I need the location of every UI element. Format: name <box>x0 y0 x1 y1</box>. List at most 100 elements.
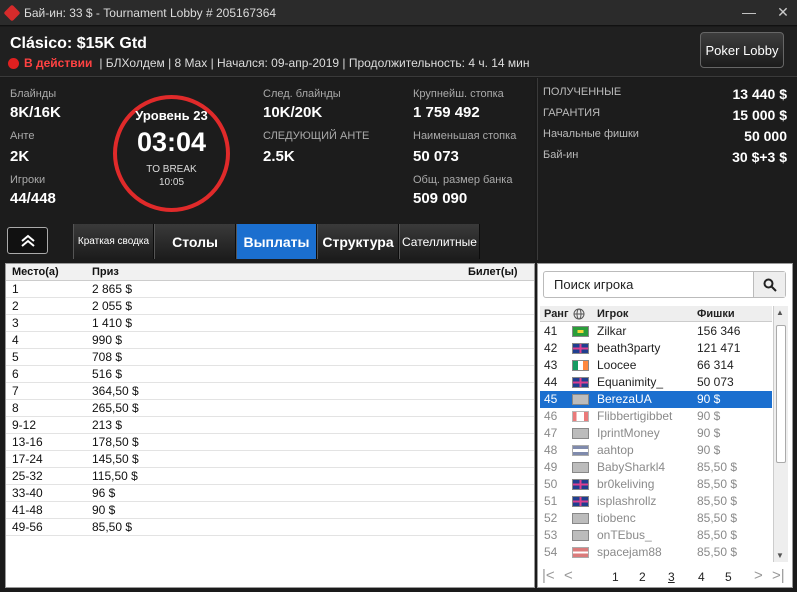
player-rank: 44 <box>544 375 558 389</box>
player-chips: 90 $ <box>697 392 721 406</box>
canada-flag-icon <box>572 411 589 422</box>
scroll-up-icon[interactable]: ▲ <box>776 308 784 317</box>
grey-flag-icon <box>572 428 589 439</box>
payout-prize: 2 055 $ <box>92 299 133 313</box>
payout-prize: 90 $ <box>92 503 116 517</box>
player-rank: 52 <box>544 511 558 525</box>
search-button[interactable] <box>753 272 785 297</box>
player-chips: 85,50 $ <box>697 528 738 542</box>
page-3-current[interactable]: 3 <box>668 570 675 584</box>
total-pot-label: Общ. размер банка <box>413 174 513 186</box>
player-row[interactable]: 46 Flibbertigibbet 90 $ <box>540 408 772 425</box>
place-column-header[interactable]: Место(а) <box>12 266 59 278</box>
player-name: BabySharkl4 <box>597 460 666 474</box>
player-column-header[interactable]: Игрок <box>597 308 628 320</box>
grey-flag-icon <box>572 462 589 473</box>
player-name: Loocee <box>597 358 637 372</box>
smallest-stack-label: Наименьшая стопка <box>413 130 517 142</box>
players-value: 44/448 <box>10 190 56 207</box>
player-row[interactable]: 48 aahtop 90 $ <box>540 442 772 459</box>
scroll-thumb[interactable] <box>776 325 786 463</box>
player-rank: 47 <box>544 426 558 440</box>
payout-place: 4 <box>12 333 19 347</box>
poker-lobby-button[interactable]: Poker Lobby <box>700 32 784 68</box>
page-1[interactable]: 1 <box>612 570 619 584</box>
player-name: spacejam88 <box>597 545 662 559</box>
payout-row: 41-48 90 $ <box>6 502 534 519</box>
payout-place: 2 <box>12 299 19 313</box>
player-name: onTEbus_ <box>597 528 652 542</box>
first-page-icon[interactable]: |< <box>542 567 555 584</box>
players-scrollbar[interactable]: ▲ ▼ <box>773 306 788 562</box>
player-rank: 42 <box>544 341 558 355</box>
payout-prize: 213 $ <box>92 418 123 432</box>
payout-place: 17-24 <box>12 452 43 466</box>
tournament-header: Clásico: $15K Gtd В действии | БЛХолдем … <box>0 27 797 77</box>
payout-prize: 364,50 $ <box>92 384 139 398</box>
player-row[interactable]: 50 br0keliving 85,50 $ <box>540 476 772 493</box>
minimize-button[interactable]: — <box>741 4 757 21</box>
player-row[interactable]: 54 spacejam88 85,50 $ <box>540 544 772 561</box>
prev-page-icon[interactable]: < <box>564 567 573 584</box>
chips-column-header[interactable]: Фишки <box>697 308 735 320</box>
largest-stack-label: Крупнейш. стопка <box>413 88 504 100</box>
player-row[interactable]: 42 beath3party 121 471 <box>540 340 772 357</box>
player-name: Zilkar <box>597 324 627 338</box>
status-text: В действии <box>24 56 93 70</box>
ante-value: 2K <box>10 148 30 165</box>
status-dot-icon <box>8 57 19 69</box>
payout-prize: 96 $ <box>92 486 116 500</box>
blinds-value: 8K/16K <box>10 104 61 121</box>
rank-column-header[interactable]: Ранг <box>544 308 569 320</box>
player-chips: 85,50 $ <box>697 494 738 508</box>
player-search-input[interactable] <box>544 272 754 297</box>
player-name: br0keliving <box>597 477 655 491</box>
payout-row: 33-40 96 $ <box>6 485 534 502</box>
player-row[interactable]: 53 onTEbus_ 85,50 $ <box>540 527 772 544</box>
payout-prize: 2 865 $ <box>92 282 133 296</box>
player-chips: 121 471 <box>697 341 741 355</box>
payout-row: 5 708 $ <box>6 349 534 366</box>
player-row[interactable]: 43 Loocee 66 314 <box>540 357 772 374</box>
tab-payouts[interactable]: Выплаты <box>236 224 317 259</box>
player-row[interactable]: 41 Zilkar 156 346 <box>540 323 772 340</box>
player-row[interactable]: 47 IprintMoney 90 $ <box>540 425 772 442</box>
player-row[interactable]: 51 isplashrollz 85,50 $ <box>540 493 772 510</box>
uk-flag-icon <box>572 496 589 507</box>
prize-column-header[interactable]: Приз <box>92 266 119 278</box>
player-row[interactable]: 44 Equanimity_ 50 073 <box>540 374 772 391</box>
player-row[interactable]: 49 BabySharkl4 85,50 $ <box>540 459 772 476</box>
grey-flag-icon <box>572 394 589 405</box>
payout-row: 17-24 145,50 $ <box>6 451 534 468</box>
player-search <box>543 271 786 298</box>
start-chips-label: Начальные фишки <box>543 128 639 140</box>
scroll-down-icon[interactable]: ▼ <box>776 551 784 560</box>
payouts-header: Место(а) Приз Билет(ы) <box>6 264 534 281</box>
payout-row: 9-12 213 $ <box>6 417 534 434</box>
tab-summary[interactable]: Краткая сводка <box>73 224 154 259</box>
payout-row: 4 990 $ <box>6 332 534 349</box>
tab-satellites[interactable]: Сателлитные <box>399 224 480 259</box>
tab-bar: Краткая сводка Столы Выплаты Структура С… <box>73 224 480 259</box>
player-row[interactable]: 45 BerezaUA 90 $ <box>540 391 772 408</box>
page-4[interactable]: 4 <box>698 570 705 584</box>
player-row[interactable]: 52 tiobenc 85,50 $ <box>540 510 772 527</box>
next-page-icon[interactable]: > <box>754 567 763 584</box>
level-clock: Уровень 23 03:04 TO BREAK 10:05 <box>113 95 230 212</box>
tab-tables[interactable]: Столы <box>154 224 236 259</box>
collapse-button[interactable] <box>7 227 48 254</box>
ticket-column-header[interactable]: Билет(ы) <box>468 266 518 278</box>
page-2[interactable]: 2 <box>639 570 646 584</box>
buyin-label: Бай-ин <box>543 149 579 161</box>
close-button[interactable]: ✕ <box>775 4 791 21</box>
payout-prize: 516 $ <box>92 367 123 381</box>
player-name: aahtop <box>597 443 634 457</box>
last-page-icon[interactable]: >| <box>772 567 785 584</box>
tab-structure[interactable]: Структура <box>317 224 399 259</box>
brazil-flag-icon <box>572 326 589 337</box>
player-rank: 41 <box>544 324 558 338</box>
uk-flag-icon <box>572 377 589 388</box>
page-5[interactable]: 5 <box>725 570 732 584</box>
received-label: ПОЛУЧЕННЫЕ <box>543 86 622 98</box>
player-chips: 66 314 <box>697 358 734 372</box>
